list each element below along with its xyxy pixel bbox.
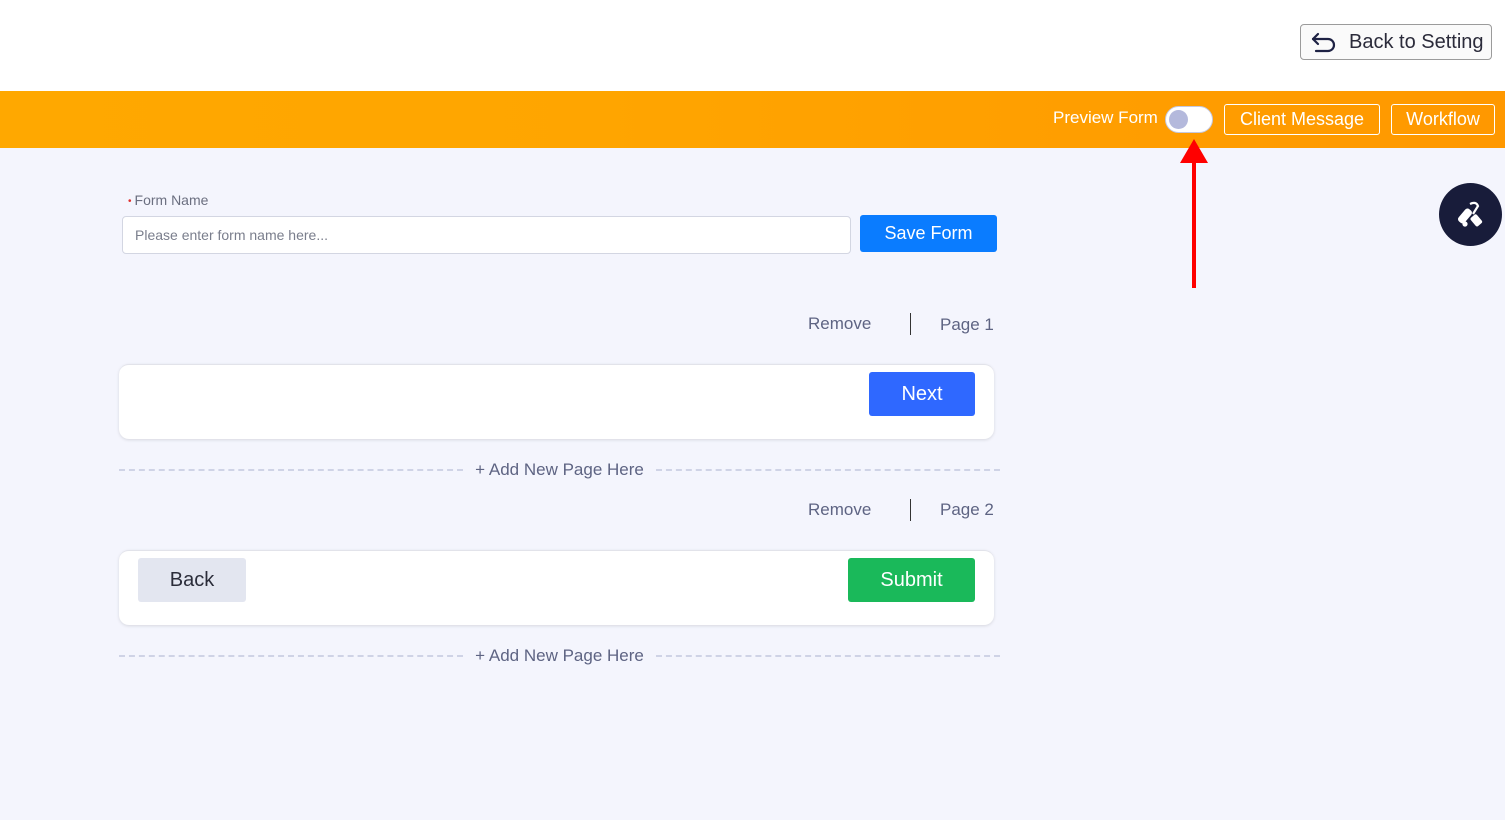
back-to-setting-label: Back to Setting [1349,30,1484,53]
remove-page-2-link[interactable]: Remove [808,500,871,520]
page-1-label: Page 1 [940,315,994,334]
undo-arrow-icon [1311,31,1337,53]
page-2-card: Back Submit [119,550,994,625]
dashed-line [119,655,464,657]
theme-paint-button[interactable] [1439,183,1502,246]
paint-roller-icon [1457,201,1482,227]
submit-button[interactable]: Submit [848,558,975,602]
dashed-line [119,469,464,471]
toggle-knob [1169,110,1188,129]
back-button[interactable]: Back [138,558,246,602]
add-new-page-button[interactable]: + Add New Page Here [463,646,656,666]
add-new-page-divider-2: + Add New Page Here [119,644,1001,668]
add-new-page-button[interactable]: + Add New Page Here [463,460,656,480]
remove-page-1-link[interactable]: Remove [808,314,871,334]
annotation-arrow-icon [1180,139,1208,288]
workflow-button[interactable]: Workflow [1391,104,1495,135]
top-bar: Back to Setting [0,0,1505,91]
add-new-page-divider-1: + Add New Page Here [119,458,1001,482]
save-form-button[interactable]: Save Form [860,215,997,252]
divider [910,313,911,335]
page-1-card: Next [119,364,994,439]
form-name-label: • Form Name [128,192,208,208]
page-2-label: Page 2 [940,500,994,519]
dashed-line [655,655,1001,657]
client-message-button[interactable]: Client Message [1224,104,1380,135]
form-name-label-text: Form Name [134,192,209,208]
back-to-setting-button[interactable]: Back to Setting [1300,24,1492,60]
divider [910,499,911,521]
form-name-input[interactable] [122,216,851,254]
preview-form-label: Preview Form [1053,108,1158,127]
preview-form-toggle[interactable] [1165,106,1213,133]
next-button[interactable]: Next [869,372,975,416]
dashed-line [655,469,1001,471]
required-marker: • [128,195,132,207]
